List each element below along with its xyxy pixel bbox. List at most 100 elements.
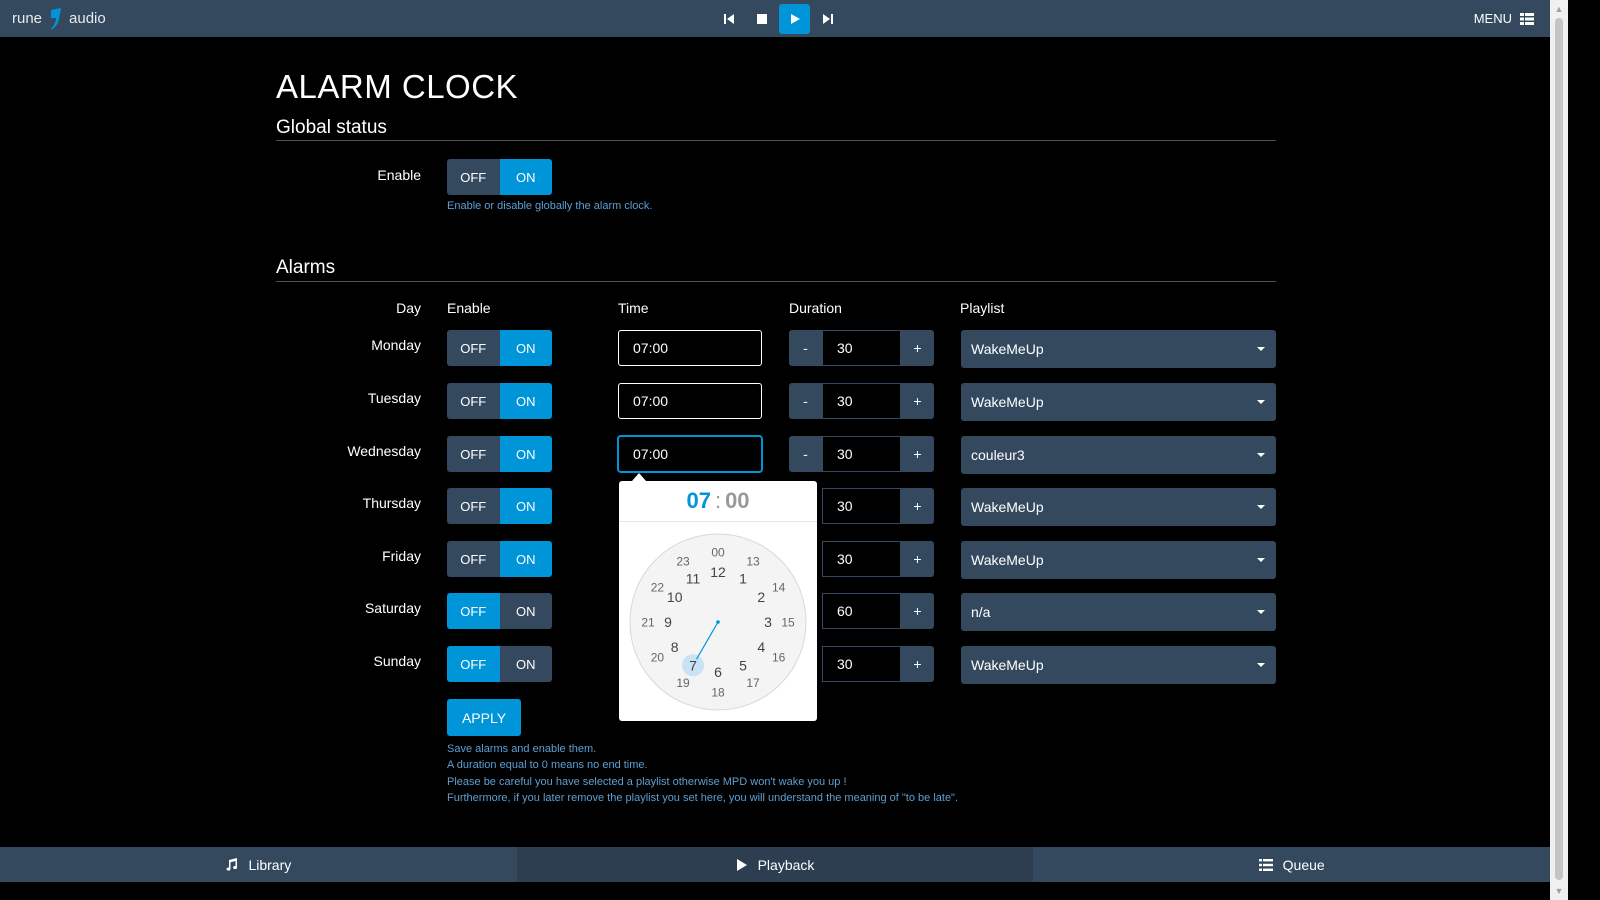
menu-icon [1520, 12, 1534, 25]
on-button-saturday[interactable]: ON [499, 593, 552, 629]
off-button-saturday[interactable]: OFF [447, 593, 500, 629]
time-input-tuesday[interactable] [618, 383, 762, 419]
enable-toggle-wednesday: OFF ON [447, 436, 552, 472]
duration-minus-tuesday[interactable]: - [789, 383, 822, 419]
global-off-button[interactable]: OFF [447, 159, 500, 195]
clock-hour-15[interactable]: 15 [781, 615, 795, 629]
clock-hour-16[interactable]: 16 [772, 650, 786, 664]
top-bar: rune audio MENU [0, 0, 1550, 37]
enable-toggle-saturday: OFF ON [447, 593, 552, 629]
clock-hour-7[interactable]: 7 [689, 657, 697, 673]
previous-button[interactable] [713, 4, 744, 34]
playlist-value-saturday: n/a [971, 604, 991, 620]
picker-hours[interactable]: 07 [686, 488, 710, 514]
clock-hour-4[interactable]: 4 [757, 639, 765, 655]
page-title: ALARM CLOCK [276, 68, 519, 105]
duration-value-sunday[interactable]: 30 [822, 646, 901, 682]
clock-hour-8[interactable]: 8 [671, 639, 679, 655]
enable-toggle-sunday: OFF ON [447, 646, 552, 682]
clock-hour-20[interactable]: 20 [651, 650, 665, 664]
duration-stepper-saturday: 60 + [822, 593, 934, 629]
duration-plus-sunday[interactable]: + [901, 646, 934, 682]
playlist-select-sunday[interactable]: WakeMeUp [961, 646, 1276, 684]
duration-plus-tuesday[interactable]: + [901, 383, 934, 419]
clock-hour-1[interactable]: 1 [739, 571, 747, 587]
clock-hour-5[interactable]: 5 [739, 657, 747, 673]
clock-hour-2[interactable]: 2 [757, 589, 765, 605]
clock-hour-13[interactable]: 13 [746, 555, 760, 569]
off-button-friday[interactable]: OFF [447, 541, 500, 577]
on-button-tuesday[interactable]: ON [499, 383, 552, 419]
clock-hour-17[interactable]: 17 [746, 676, 760, 690]
tab-library[interactable]: Library [0, 847, 517, 882]
duration-value-thursday[interactable]: 30 [822, 488, 901, 524]
duration-plus-wednesday[interactable]: + [901, 436, 934, 472]
next-button[interactable] [812, 4, 843, 34]
clock-hour-21[interactable]: 21 [641, 615, 655, 629]
off-button-sunday[interactable]: OFF [447, 646, 500, 682]
off-button-wednesday[interactable]: OFF [447, 436, 500, 472]
on-button-wednesday[interactable]: ON [499, 436, 552, 472]
duration-plus-friday[interactable]: + [901, 541, 934, 577]
playlist-select-wednesday[interactable]: couleur3 [961, 436, 1276, 474]
page-scrollbar[interactable]: ▲ ▼ [1550, 0, 1568, 900]
clock-hour-6[interactable]: 6 [714, 664, 722, 680]
scroll-down-icon[interactable]: ▼ [1550, 882, 1568, 900]
clock-hour-9[interactable]: 9 [664, 614, 672, 630]
chevron-down-icon [1257, 610, 1265, 614]
duration-minus-wednesday[interactable]: - [789, 436, 822, 472]
clock-hour-3[interactable]: 3 [764, 614, 772, 630]
time-input-monday[interactable] [618, 330, 762, 366]
scroll-up-icon[interactable]: ▲ [1550, 0, 1568, 18]
tab-playback[interactable]: Playback [516, 847, 1034, 882]
day-label-wednesday: Wednesday [347, 443, 421, 459]
scrollbar-thumb[interactable] [1555, 18, 1563, 880]
off-button-thursday[interactable]: OFF [447, 488, 500, 524]
duration-plus-thursday[interactable]: + [901, 488, 934, 524]
clock-hour-18[interactable]: 18 [711, 685, 725, 699]
duration-stepper-wednesday: -30 + [789, 436, 934, 472]
clock-hour-12[interactable]: 12 [710, 564, 726, 580]
clock-hour-11[interactable]: 11 [686, 571, 701, 587]
duration-value-wednesday[interactable]: 30 [822, 436, 901, 472]
clock-hour-00[interactable]: 00 [711, 545, 725, 559]
time-input-wednesday[interactable] [618, 436, 762, 472]
on-button-thursday[interactable]: ON [499, 488, 552, 524]
duration-value-monday[interactable]: 30 [822, 330, 901, 366]
playlist-select-tuesday[interactable]: WakeMeUp [961, 383, 1276, 421]
tab-queue[interactable]: Queue [1033, 847, 1550, 882]
clock-hour-10[interactable]: 10 [667, 589, 683, 605]
playlist-select-monday[interactable]: WakeMeUp [961, 330, 1276, 368]
on-button-monday[interactable]: ON [499, 330, 552, 366]
play-button[interactable] [779, 4, 810, 34]
playlist-select-saturday[interactable]: n/a [961, 593, 1276, 631]
global-on-button[interactable]: ON [499, 159, 552, 195]
playlist-select-thursday[interactable]: WakeMeUp [961, 488, 1276, 526]
duration-minus-monday[interactable]: - [789, 330, 822, 366]
chevron-down-icon [1257, 400, 1265, 404]
picker-minutes[interactable]: 00 [725, 488, 749, 514]
duration-value-friday[interactable]: 30 [822, 541, 901, 577]
playlist-select-friday[interactable]: WakeMeUp [961, 541, 1276, 579]
day-label-thursday: Thursday [362, 495, 421, 511]
duration-value-tuesday[interactable]: 30 [822, 383, 901, 419]
logo[interactable]: rune audio [12, 0, 106, 37]
stop-button[interactable] [746, 4, 777, 34]
music-note-icon [226, 858, 238, 871]
off-button-tuesday[interactable]: OFF [447, 383, 500, 419]
global-enable-toggle: OFF ON [447, 159, 552, 195]
menu-button[interactable]: MENU [1474, 0, 1534, 37]
apply-button[interactable]: APPLY [447, 699, 521, 736]
clock-dial[interactable]: 12 1234567891011001314151617181920212223 [619, 522, 817, 721]
clock-hour-22[interactable]: 22 [651, 580, 665, 594]
global-enable-help: Enable or disable globally the alarm clo… [447, 200, 653, 212]
on-button-friday[interactable]: ON [499, 541, 552, 577]
clock-hour-23[interactable]: 23 [676, 555, 690, 569]
duration-plus-saturday[interactable]: + [901, 593, 934, 629]
off-button-monday[interactable]: OFF [447, 330, 500, 366]
duration-plus-monday[interactable]: + [901, 330, 934, 366]
duration-value-saturday[interactable]: 60 [822, 593, 901, 629]
clock-hour-14[interactable]: 14 [772, 580, 786, 594]
clock-hour-19[interactable]: 19 [676, 676, 690, 690]
on-button-sunday[interactable]: ON [499, 646, 552, 682]
